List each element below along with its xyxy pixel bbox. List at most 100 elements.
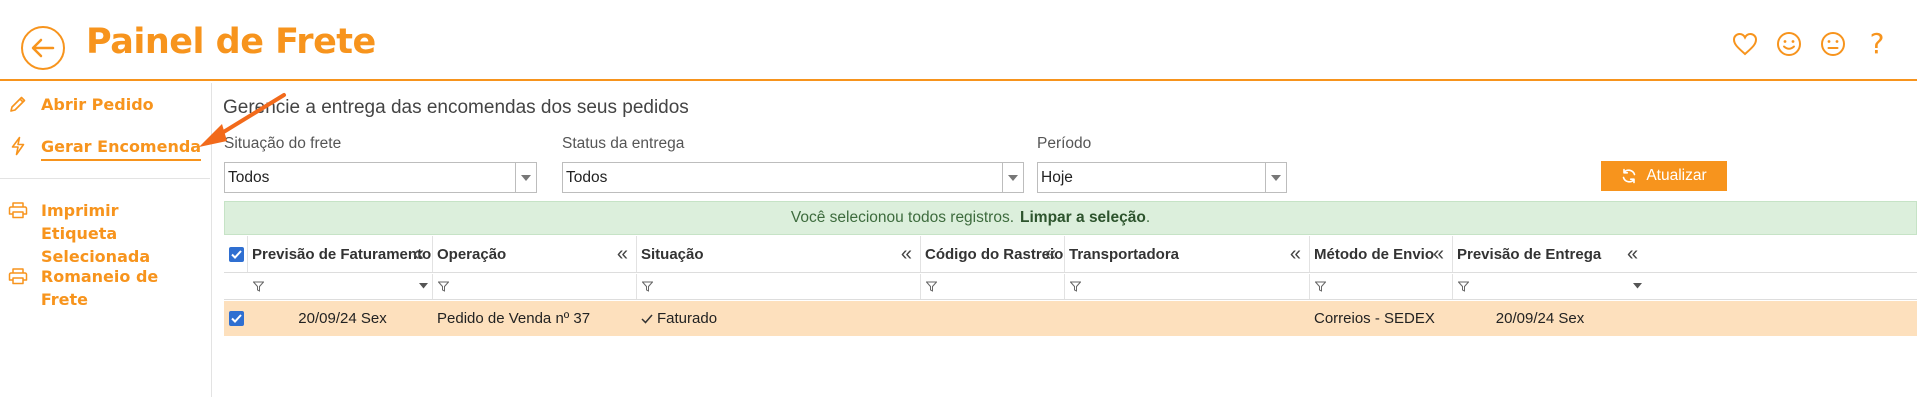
sidebar-divider [0,178,210,179]
column-header-operacao[interactable]: Operação « [433,236,637,272]
grid-filter-row [224,274,1917,300]
back-button[interactable] [21,26,65,70]
column-header-codigo-rastreio[interactable]: Código do Rastreio « [921,236,1065,272]
check-icon [641,314,653,324]
filter-label-status: Status da entrega [562,135,685,152]
row-select-cell [224,301,248,336]
smile-icon[interactable] [1775,30,1803,58]
column-header-situacao[interactable]: Situação « [637,236,921,272]
cell-operacao: Pedido de Venda nº 37 [437,310,591,327]
bolt-icon [7,135,29,157]
filter-icon[interactable] [1315,281,1326,292]
heart-icon[interactable] [1731,30,1759,58]
page-title: Painel de Frete [86,22,376,62]
printer-icon [7,199,29,221]
filter-cell-codigo-rastreio[interactable] [921,274,1065,299]
cell-metodo-envio: Correios - SEDEX [1314,310,1435,327]
collapse-column-icon[interactable]: « [413,243,424,266]
select-value: Todos [228,169,270,186]
filter-cell-previsao-faturamento[interactable] [248,274,433,299]
sidebar: Abrir Pedido Gerar Encomenda Imprimir Et… [0,83,212,397]
atualizar-button[interactable]: Atualizar [1601,161,1727,191]
row-checkbox[interactable] [229,311,244,326]
filter-icon[interactable] [1070,281,1081,292]
header-actions: ? [1731,30,1891,58]
select-value: Hoje [1041,169,1073,186]
periodo-select[interactable]: Hoje [1037,162,1287,193]
sidebar-item-gerar-encomenda[interactable]: Gerar Encomenda [0,135,210,161]
help-icon[interactable]: ? [1863,30,1891,58]
pencil-icon [7,93,29,115]
sidebar-item-label: Abrir Pedido [41,95,154,114]
filter-label-situacao: Situação do frete [224,135,342,152]
chevron-down-icon [1002,163,1023,192]
header-select-all-cell [224,236,248,272]
filter-cell-situacao[interactable] [637,274,921,299]
filter-icon[interactable] [438,281,449,292]
column-header-label: Previsão de Entrega [1457,245,1602,263]
chevron-down-icon [1265,163,1286,192]
situacao-frete-select[interactable]: Todos [224,162,537,193]
app-header: Painel de Frete ? [0,0,1917,81]
chevron-down-icon [515,163,536,192]
filter-icon[interactable] [253,281,264,292]
column-header-label: Método de Envio [1314,245,1434,263]
collapse-column-icon[interactable]: « [617,243,628,266]
cell-previsao-entrega: 20/09/24 Sex [1495,310,1585,327]
refresh-icon [1623,168,1636,184]
filter-icon[interactable] [642,281,653,292]
chevron-down-icon[interactable] [1633,283,1642,289]
main-content: Gerencie a entrega das encomendas dos se… [212,83,1917,397]
selection-banner: Você selecionou todos registros. Limpar … [224,201,1917,235]
filter-cell-metodo-envio[interactable] [1310,274,1453,299]
printer-icon [7,265,29,287]
column-header-label: Previsão de Faturamento [252,245,432,263]
selection-banner-suffix: . [1145,209,1151,226]
column-header-label: Operação [437,245,507,263]
sidebar-item-imprimir-etiqueta[interactable]: Imprimir Etiqueta Selecionada [0,199,210,268]
column-header-previsao-entrega[interactable]: Previsão de Entrega « [1453,236,1917,272]
filter-cell-previsao-entrega[interactable] [1453,274,1917,299]
atualizar-label: Atualizar [1646,167,1707,184]
filter-cell-operacao[interactable] [433,274,637,299]
collapse-column-icon[interactable]: « [1433,243,1444,266]
select-all-checkbox[interactable] [229,246,244,262]
check-icon [231,249,242,259]
column-header-label: Transportadora [1069,245,1180,263]
column-header-metodo-envio[interactable]: Método de Envio « [1310,236,1453,272]
sidebar-item-label: Romaneio de Frete [40,267,159,309]
cell-previsao-faturamento: 20/09/24 Sex [298,310,387,327]
collapse-column-icon[interactable]: « [1627,243,1638,266]
selection-banner-text: Você selecionou todos registros. [790,209,1015,226]
cell-transportadora [1065,301,1310,336]
situacao-text: Faturado [657,310,718,327]
collapse-column-icon[interactable]: « [1045,243,1056,266]
back-arrow-icon [31,38,55,58]
column-header-label: Código do Rastreio [925,245,1064,263]
chevron-down-icon[interactable] [419,283,428,289]
page-subtitle: Gerencie a entrega das encomendas dos se… [223,97,689,118]
collapse-column-icon[interactable]: « [1290,243,1301,266]
cell-codigo-rastreio [921,301,1065,336]
cell-situacao: Faturado [637,301,921,336]
column-header-label: Situação [641,245,704,263]
filter-cell-empty [224,274,248,299]
status-entrega-select[interactable]: Todos [562,162,1024,193]
clear-selection-link[interactable]: Limpar a seleção [1020,209,1146,227]
check-icon [231,314,242,323]
filter-cell-transportadora[interactable] [1065,274,1310,299]
column-header-transportadora[interactable]: Transportadora « [1065,236,1310,272]
neutral-face-icon[interactable] [1819,30,1847,58]
table-row[interactable]: 20/09/24 Sex Pedido de Venda nº 37 Fatur… [224,301,1917,336]
sidebar-item-abrir-pedido[interactable]: Abrir Pedido [0,93,210,116]
grid-header-row: Previsão de Faturamento « Operação « Sit… [224,236,1917,273]
sidebar-item-romaneio-de-frete[interactable]: Romaneio de Frete [0,265,210,311]
filter-icon[interactable] [926,281,937,292]
filter-label-periodo: Período [1037,135,1092,152]
sidebar-item-label: Gerar Encomenda [41,135,202,161]
sidebar-item-label: Imprimir Etiqueta Selecionada [41,201,151,266]
select-value: Todos [566,169,608,186]
column-header-previsao-faturamento[interactable]: Previsão de Faturamento « [248,236,433,272]
collapse-column-icon[interactable]: « [901,243,912,266]
filter-icon[interactable] [1458,281,1469,292]
